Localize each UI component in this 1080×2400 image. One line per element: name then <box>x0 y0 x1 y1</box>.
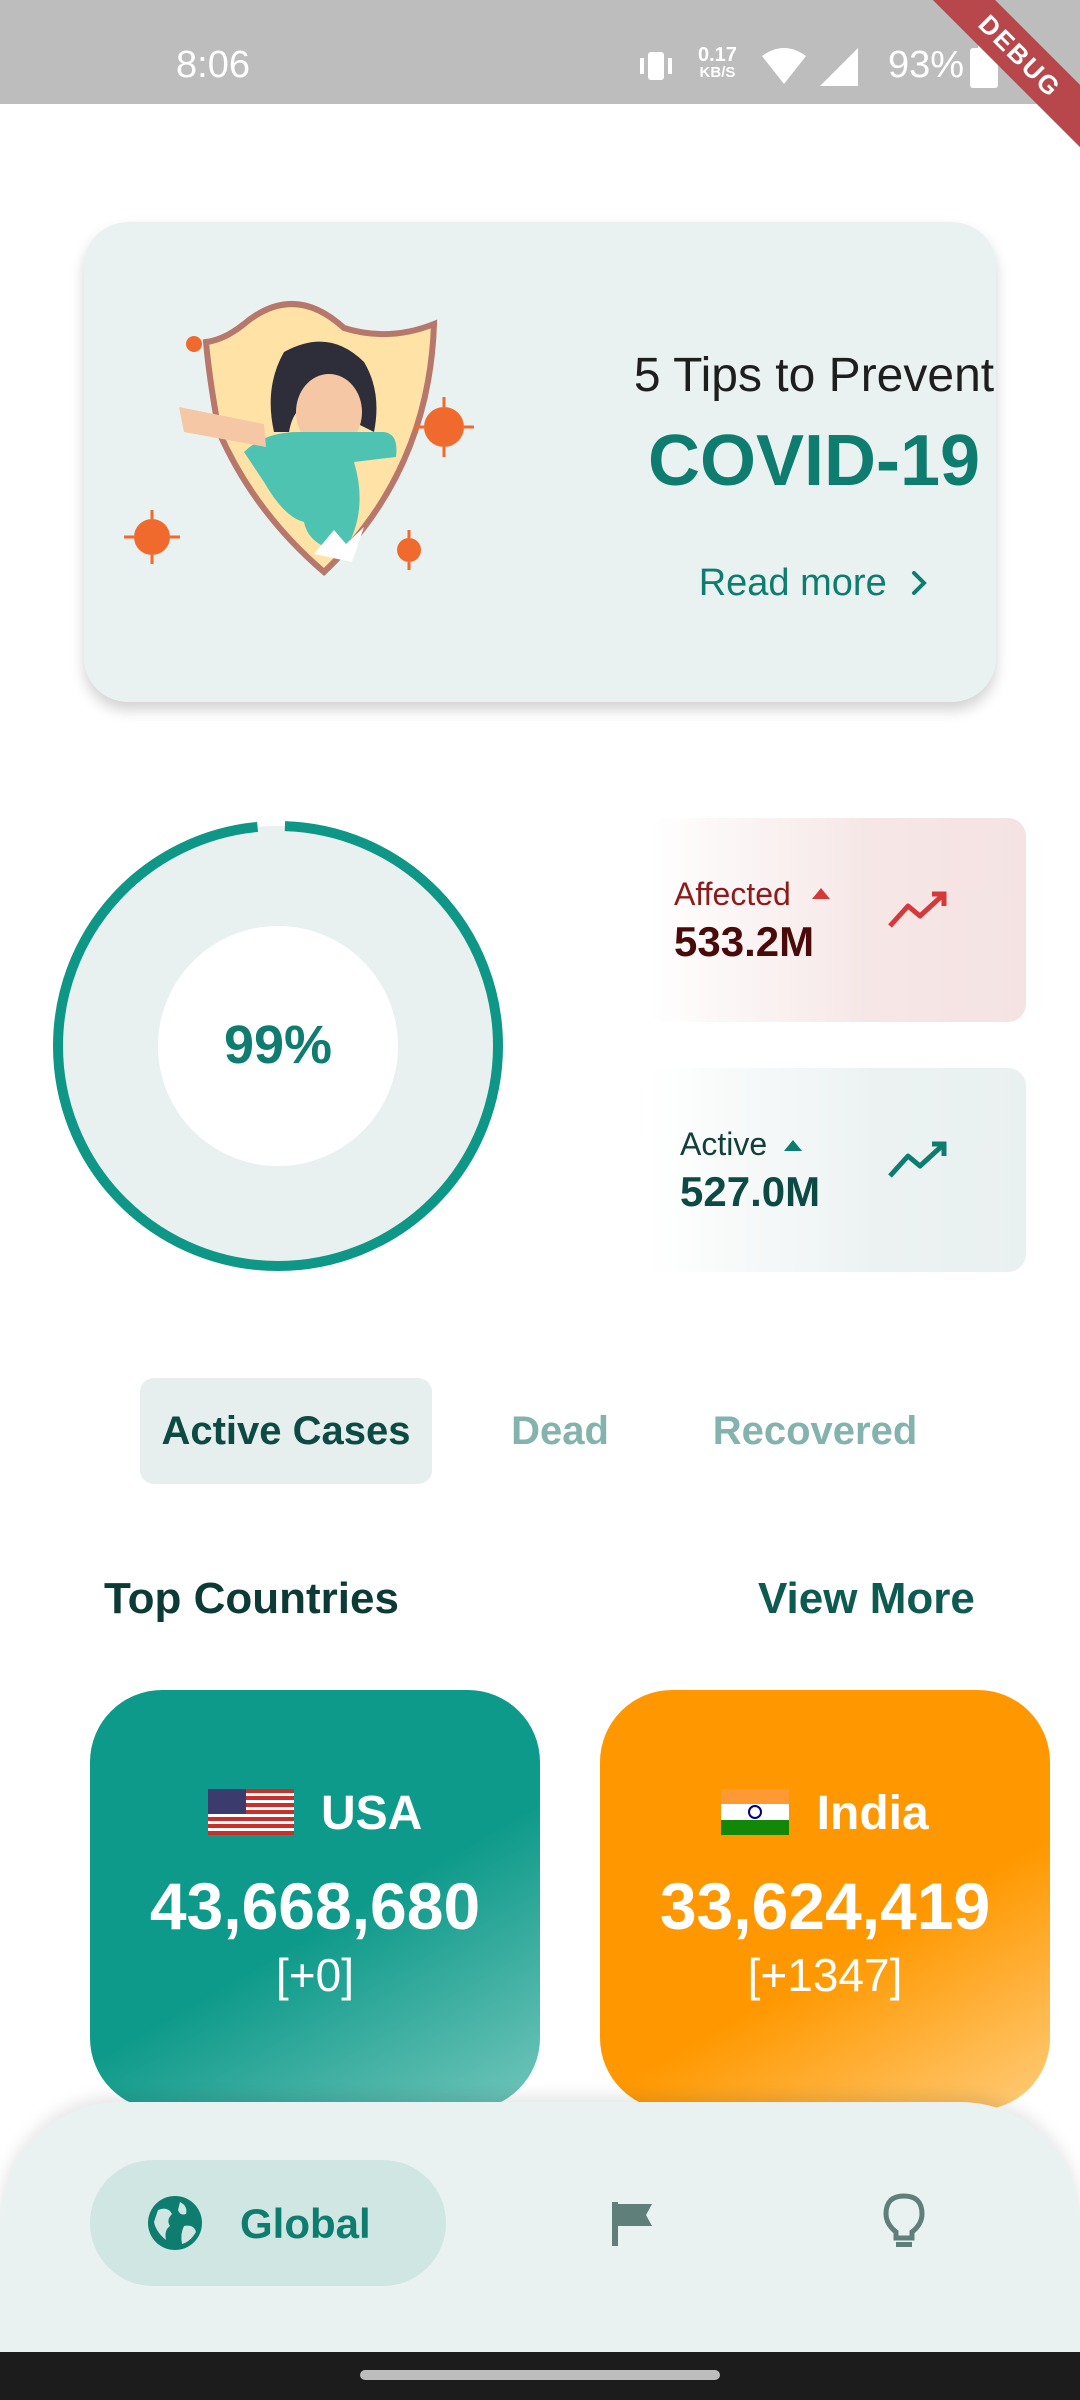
country-header: USA <box>90 1786 540 1841</box>
affected-value: 533.2M <box>674 918 815 965</box>
home-gesture-handle[interactable] <box>360 2370 720 2380</box>
view-more-button[interactable]: View More <box>758 1574 975 1624</box>
country-count: 33,624,419 <box>659 1869 991 1943</box>
signal-icon <box>818 46 860 93</box>
lightbulb-icon[interactable] <box>882 2192 926 2259</box>
battery-percent: 93% <box>888 44 965 86</box>
country-header: India <box>600 1786 1050 1841</box>
globe-icon <box>146 2194 204 2257</box>
bottom-navigation: Global <box>0 2102 1080 2352</box>
country-delta: [+0] <box>275 1949 354 2001</box>
country-name: USA <box>321 1787 423 1840</box>
shield-illustration <box>124 282 494 627</box>
tips-title: 5 Tips to Prevent <box>633 349 995 402</box>
chevron-right-icon <box>909 564 929 607</box>
percentage-ring: 99% <box>50 818 506 1274</box>
nav-label-global: Global <box>240 2200 371 2247</box>
read-more-label: Read more <box>698 562 887 604</box>
country-count: 43,668,680 <box>149 1869 481 1943</box>
percentage-value: 99% <box>223 1015 333 1075</box>
read-more-link[interactable]: Read more <box>614 562 1014 607</box>
caret-up-icon <box>784 1140 802 1151</box>
vibrate-icon <box>636 46 676 91</box>
flag-icon[interactable] <box>608 2198 658 2253</box>
network-speed-value: 0.17 <box>698 44 737 66</box>
active-card[interactable]: Active 527.0M <box>648 1068 1026 1272</box>
active-value: 527.0M <box>680 1168 821 1215</box>
tab-recovered[interactable]: Recovered <box>690 1378 940 1484</box>
wifi-icon <box>760 46 808 91</box>
affected-label: Affected <box>674 876 791 912</box>
tab-dead[interactable]: Dead <box>480 1378 640 1484</box>
caret-up-icon <box>812 888 830 899</box>
usa-flag-icon <box>207 1787 321 1840</box>
country-name: India <box>816 1787 929 1840</box>
trend-up-icon <box>886 1138 950 1187</box>
status-time: 8:06 <box>176 44 250 86</box>
tab-active-cases[interactable]: Active Cases <box>140 1378 432 1484</box>
top-countries-title: Top Countries <box>104 1574 399 1623</box>
prevention-tips-card[interactable]: 5 Tips to Prevent COVID-19 Read more <box>84 222 996 702</box>
country-card-usa[interactable]: USA 43,668,680 [+0] <box>90 1690 540 2110</box>
system-navigation-bar <box>0 2352 1080 2400</box>
tips-highlight: COVID-19 <box>647 421 981 501</box>
nav-item-global[interactable]: Global <box>90 2160 446 2286</box>
country-delta: [+1347] <box>747 1949 903 2001</box>
active-label: Active <box>680 1126 768 1162</box>
affected-card[interactable]: Affected 533.2M <box>648 818 1026 1022</box>
network-speed: 0.17 KB/S <box>698 44 737 82</box>
country-card-india[interactable]: India 33,624,419 [+1347] <box>600 1690 1050 2110</box>
network-speed-unit: KB/S <box>699 64 736 81</box>
status-bar: 8:06 0.17 KB/S 93% DEBUG <box>0 0 1080 164</box>
trend-up-icon <box>886 888 950 937</box>
india-flag-icon <box>721 1787 816 1840</box>
